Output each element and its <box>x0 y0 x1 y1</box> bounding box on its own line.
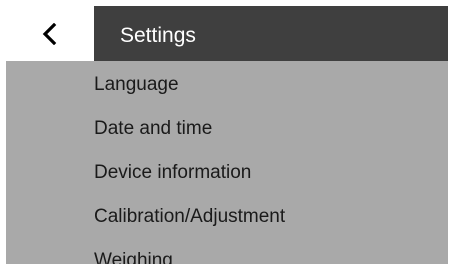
header-bar: Settings <box>6 6 448 61</box>
page-title: Settings <box>120 24 196 47</box>
chevron-left-icon <box>42 23 57 45</box>
back-button[interactable] <box>6 6 94 61</box>
menu-item-date-and-time[interactable]: Date and time <box>6 105 448 149</box>
menu-item-weighing[interactable]: Weighing <box>6 237 448 264</box>
menu-item-calibration-adjustment[interactable]: Calibration/Adjustment <box>6 193 448 237</box>
menu-item-device-information[interactable]: Device information <box>6 149 448 193</box>
menu-item-language[interactable]: Language <box>6 61 448 105</box>
settings-menu: Language Date and time Device informatio… <box>6 61 448 264</box>
settings-screen: Settings Language Date and time Device i… <box>6 6 448 264</box>
